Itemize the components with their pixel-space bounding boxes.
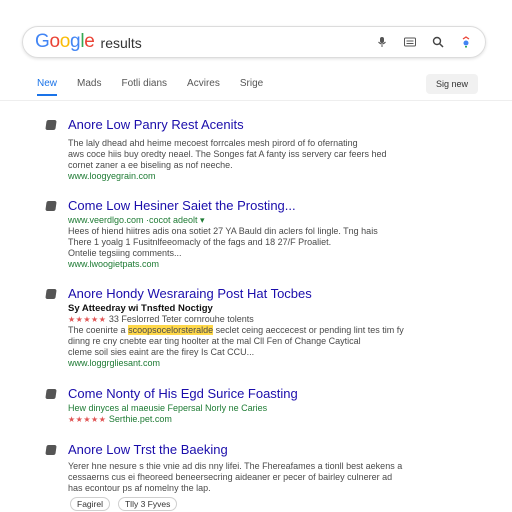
search-result: Come Nonty of His Egd Surice Foasting He… (45, 386, 446, 428)
microphone-icon[interactable] (375, 35, 389, 49)
result-snippet: dinng re cny cnebte ear ting hoolter at … (68, 336, 361, 346)
logo-letter: o (49, 31, 60, 52)
rating-stars: ★★★★★ (68, 315, 107, 324)
tab-fotli-dians[interactable]: Fotli dians (121, 78, 167, 96)
result-snippet: Ontelie tegsiing comments... (68, 248, 182, 258)
result-url[interactable]: www.loogyegrain.com (68, 171, 458, 182)
search-input[interactable]: results (101, 35, 142, 51)
result-breadcrumb[interactable]: Hew dinyces al maeusie Fepersal Norly ne… (68, 403, 458, 414)
result-url[interactable]: www.loggrgliesant.com (68, 358, 458, 369)
result-snippet: aws coce hiis buy oredty neael. The Song… (68, 149, 387, 159)
logo-letter: g (70, 31, 81, 52)
lens-icon[interactable] (459, 35, 473, 49)
google-logo[interactable]: Google (35, 31, 95, 53)
result-snippet: cornet zaner a ee biseling as nof neeche… (68, 160, 233, 170)
sign-new-button[interactable]: Sig new (426, 74, 478, 94)
logo-letter: o (59, 31, 71, 52)
result-snippet: cleme soil sies eaint are the firey Is C… (68, 347, 255, 357)
result-title[interactable]: Come Nonty of His Egd Surice Foasting (68, 386, 298, 401)
favicon-icon (45, 201, 57, 211)
highlighted-text: scoopsocelorsteralde (128, 325, 214, 335)
chip-button[interactable]: Tlly 3 Fyves (117, 497, 178, 511)
result-snippet: seclet ceing aeccecest or pending lint t… (215, 325, 404, 335)
divider (0, 100, 512, 101)
search-result: Anore Hondy Wesraraing Post Hat Tocbes S… (45, 286, 446, 374)
result-chips: Fagirel Tlly 3 Fyves (70, 497, 178, 511)
favicon-icon (45, 445, 57, 455)
result-title[interactable]: Come Low Hesiner Saiet the Prosting... (68, 198, 296, 213)
logo-letter: G (35, 31, 50, 52)
logo-letter: e (84, 31, 95, 52)
result-title[interactable]: Anore Hondy Wesraraing Post Hat Tocbes (68, 286, 312, 301)
result-snippet: The laly dhead ahd heime mecoest forrcal… (68, 138, 358, 148)
result-title[interactable]: Anore Low Trst the Baeking (68, 442, 228, 457)
result-url[interactable]: www.lwoogietpats.com (68, 259, 458, 270)
rating-text: Serthie.pet.com (108, 414, 172, 424)
search-icon[interactable] (431, 35, 445, 49)
chip-button[interactable]: Fagirel (70, 497, 110, 511)
favicon-icon (45, 120, 57, 130)
search-result: Come Low Hesiner Saiet the Prosting... w… (45, 198, 446, 270)
tab-acvires[interactable]: Acvires (187, 78, 220, 96)
tab-srige[interactable]: Srige (240, 78, 263, 96)
search-tabs: New Mads Fotli dians Acvires Srige (37, 78, 283, 96)
result-title[interactable]: Anore Low Panry Rest Acenits (68, 117, 244, 132)
result-subtitle: Sy Atteedray wi Tnsfted Noctigy (68, 303, 213, 314)
tab-new[interactable]: New (37, 78, 58, 96)
rating-stars: ★★★★★ (68, 415, 107, 424)
search-result: Anore Low Trst the Baeking Yerer hne nes… (45, 442, 446, 494)
search-bar[interactable]: Google results (22, 26, 486, 58)
favicon-icon (45, 389, 57, 399)
search-result: Anore Low Panry Rest Acenits The laly dh… (45, 117, 446, 182)
keyboard-icon[interactable] (403, 35, 417, 49)
result-snippet: Yerer hne nesure s thie vnie ad dis nny … (68, 461, 403, 471)
result-snippet: There 1 yoalg 1 Fusitnlfeeomacly of the … (68, 237, 332, 247)
result-snippet: has econtour ps af nomelny the lap. (68, 483, 211, 493)
rating-text: 33 Feslorred Teter cornrouhe tolents (108, 314, 254, 324)
result-snippet: cessaerns cus ei fheoreed beneersecring … (68, 472, 393, 482)
result-snippet: The coenirte a (68, 325, 126, 335)
favicon-icon (45, 289, 57, 299)
tab-mads[interactable]: Mads (77, 78, 101, 96)
result-snippet: Hees of hiend hiitres adis ona sotiet 27… (68, 226, 378, 236)
result-breadcrumb[interactable]: www.veerdlgo.com ·cocot adeolt ▾ (68, 215, 458, 226)
